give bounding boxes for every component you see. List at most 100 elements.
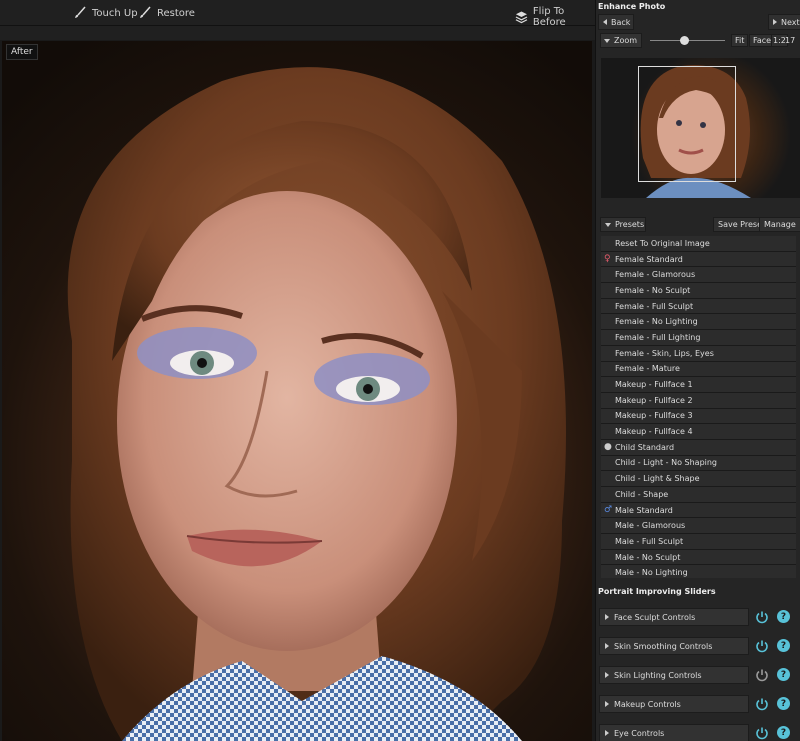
power-icon[interactable] [755,668,769,682]
preset-item[interactable]: Female - Mature [601,361,796,378]
slider-section-label: Skin Lighting Controls [614,670,702,680]
preset-item[interactable]: ♀ Female Standard [601,251,796,268]
restore-label: Restore [157,7,195,19]
flip-label: Flip To Before [532,6,566,28]
preset-item[interactable]: Child - Light - No Shaping [601,455,796,472]
preset-item[interactable]: ● Child Standard [601,439,796,456]
preset-item[interactable]: Female - No Sculpt [601,283,796,299]
slider-section-toggle[interactable]: Makeup Controls [599,695,749,713]
preset-item[interactable]: Reset To Original Image [601,236,796,252]
slider-section-label: Face Sculpt Controls [614,612,696,622]
slider-section-label: Skin Smoothing Controls [614,641,713,651]
help-icon[interactable]: ? [777,726,790,739]
slider-section-label: Makeup Controls [614,699,681,709]
preset-item-label: Makeup - Fullface 2 [615,395,693,405]
zoom-label: Zoom [614,36,638,45]
help-icon[interactable]: ? [777,639,790,652]
help-icon[interactable]: ? [777,668,790,681]
preset-list[interactable]: Reset To Original Image ♀ Female Standard F… [601,236,796,578]
chevron-right-icon [605,643,609,649]
top-toolbar: Touch Up Restore Flip To Before [0,0,595,28]
presets-header: Presets Save Preset Manage [596,215,800,235]
back-label: Back [611,17,631,27]
preset-item-label: Female - Skin, Lips, Eyes [615,348,714,358]
preset-item[interactable]: Makeup - Fullface 1 [601,377,796,393]
preset-item[interactable]: Makeup - Fullface 2 [601,392,796,409]
female-icon: ♀ [604,253,611,264]
chevron-down-icon [604,38,610,43]
power-icon[interactable] [755,697,769,711]
preset-item-label: Female - No Lighting [615,317,698,327]
fit-button[interactable]: Fit [731,34,749,47]
photo-canvas[interactable]: After [2,41,592,741]
preset-item-label: Child - Light - No Shaping [615,458,718,468]
navigator-thumbnail[interactable] [601,58,800,198]
touch-up-label: Touch Up [92,7,138,19]
male-icon: ♂ [604,504,613,515]
manage-label: Manage [764,220,796,229]
slider-section: Face Sculpt Controls? [599,608,796,626]
preset-item[interactable]: Male - Glamorous [601,518,796,535]
help-icon[interactable]: ? [777,697,790,710]
preset-item-label: Child Standard [615,442,675,452]
viewport-frame[interactable] [638,66,736,182]
back-button[interactable]: Back [598,14,634,30]
preset-item[interactable]: Child - Shape [601,487,796,503]
zoom-row: Zoom Fit Face 1:2 17 [598,33,800,49]
preset-item-label: Male - Glamorous [615,521,686,531]
slider-section-toggle[interactable]: Face Sculpt Controls [599,608,749,626]
panel-title: Enhance Photo [598,2,666,11]
preset-item[interactable]: Male - No Sculpt [601,549,796,566]
flip-to-before-button[interactable]: Flip To Before [515,6,595,28]
zoom-toggle-button[interactable]: Zoom [600,33,642,48]
sliders-title: Portrait Improving Sliders [598,587,716,596]
next-button[interactable]: Next [768,14,800,30]
fit-label: Fit [735,36,745,45]
preset-item[interactable]: ♂ Male Standard [601,502,796,519]
enhance-panel: Enhance Photo Back Next Zoom Fit Face 1:… [595,0,800,741]
slider-section: Skin Lighting Controls? [599,666,796,684]
preset-item[interactable]: Female - Full Lighting [601,330,796,346]
preset-item[interactable]: Male - No Lighting [601,565,796,578]
chevron-right-icon [773,19,777,25]
toolbar-strip [0,26,595,40]
preset-item-label: Male - Full Sculpt [615,536,684,546]
preset-item[interactable]: Male - Full Sculpt [601,534,796,550]
presets-toggle-button[interactable]: Presets [600,217,646,232]
zoom-slider-handle[interactable] [679,36,689,45]
portrait-photo [67,67,566,741]
preset-item[interactable]: Makeup - Fullface 4 [601,424,796,440]
restore-button[interactable]: Restore [138,6,195,20]
slider-section-toggle[interactable]: Eye Controls [599,724,749,741]
presets-label: Presets [615,220,645,229]
preset-item[interactable]: Female - Full Sculpt [601,298,796,315]
preset-item[interactable]: Child - Light & Shape [601,471,796,487]
slider-section: Skin Smoothing Controls? [599,637,796,655]
preset-item-label: Female - Full Lighting [615,332,701,342]
power-icon[interactable] [755,726,769,740]
preset-item-label: Makeup - Fullface 3 [615,411,693,421]
brush-icon [75,6,86,18]
ratio-value: 17 [785,36,796,45]
touch-up-button[interactable]: Touch Up [73,6,138,20]
slider-section-toggle[interactable]: Skin Smoothing Controls [599,637,749,655]
preset-item-label: Male - No Lighting [615,568,688,578]
preset-item-label: Female - Glamorous [615,270,696,280]
preset-item-label: Female - Mature [615,364,680,374]
preset-item[interactable]: Female - No Lighting [601,314,796,331]
slider-section: Makeup Controls? [599,695,796,713]
brush-icon [140,6,151,18]
slider-section-toggle[interactable]: Skin Lighting Controls [599,666,749,684]
power-icon[interactable] [755,610,769,624]
chevron-right-icon [605,672,609,678]
after-label: After [6,44,38,60]
preset-item[interactable]: Makeup - Fullface 3 [601,408,796,425]
preset-item-label: Female - No Sculpt [615,285,691,295]
power-icon[interactable] [755,639,769,653]
preset-item[interactable]: Female - Skin, Lips, Eyes [601,345,796,362]
chevron-right-icon [605,730,609,736]
manage-presets-button[interactable]: Manage [759,217,800,232]
preset-item-label: Makeup - Fullface 1 [615,380,693,390]
preset-item[interactable]: Female - Glamorous [601,267,796,284]
help-icon[interactable]: ? [777,610,790,623]
